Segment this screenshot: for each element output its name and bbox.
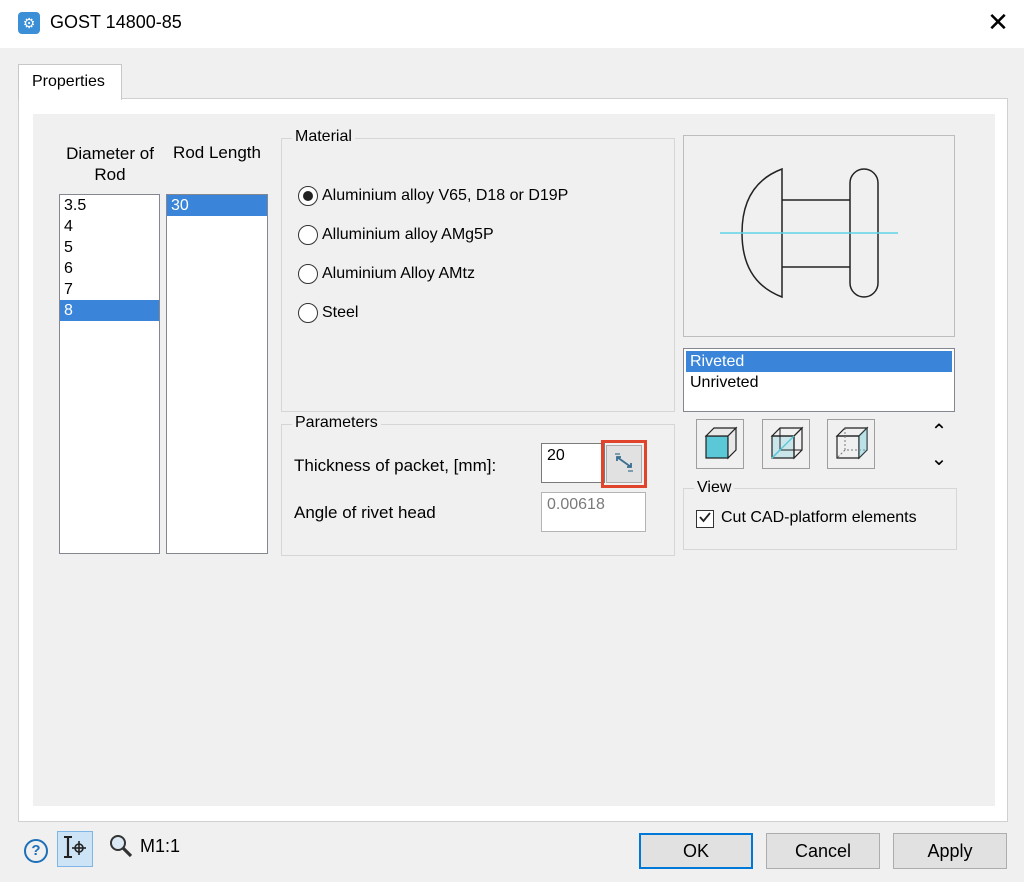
wireframe-cube-icon [831,422,871,467]
view-wireframe-button[interactable] [827,419,875,469]
cut-cad-checkbox[interactable] [696,510,714,528]
radio-button[interactable] [298,224,318,245]
material-option[interactable]: Steel [298,293,668,332]
diameter-list-item[interactable]: 7 [60,279,159,300]
diameter-list-item[interactable]: 8 [60,300,159,321]
view-scroll-up-button[interactable]: ⌃ [926,418,952,444]
tab-properties[interactable]: Properties [18,64,122,100]
measure-button[interactable] [606,445,642,483]
solid-cube-icon [700,422,740,467]
material-options: Aluminium alloy V65, D18 or D19P Allumini… [298,176,668,332]
ok-button[interactable]: OK [639,833,753,869]
diameter-list-item[interactable]: 5 [60,237,159,258]
diameter-header: Diameter of Rod [66,144,154,184]
checkmark-icon [698,510,712,529]
thickness-input[interactable]: 20 [541,443,605,483]
cancel-button[interactable]: Cancel [766,833,880,869]
scale-label: M1:1 [140,836,181,856]
title-bar: ⚙ GOST 14800-85 ✕ [0,0,1024,48]
material-option[interactable]: Aluminium alloy V65, D18 or D19P [298,176,668,215]
cut-cad-label[interactable]: Cut CAD-platform elements [721,509,917,527]
diameter-list-item[interactable]: 3.5 [60,195,159,216]
material-legend: Material [292,128,355,146]
zoom-button[interactable] [108,833,134,859]
view-legend: View [694,479,735,497]
radio-dot [303,190,313,201]
diameter-listbox[interactable]: 3.5 4 5 6 7 8 [59,194,160,554]
view-solid-button[interactable] [696,419,744,469]
rivet-preview-drawing [720,167,898,299]
thickness-label: Thickness of packet, [mm]: [294,456,497,475]
rod-length-list-item[interactable]: 30 [167,195,267,216]
radio-button[interactable] [298,263,318,284]
parameters-legend: Parameters [292,414,381,432]
material-option-label[interactable]: Aluminium Alloy AMtz [322,265,475,283]
help-button[interactable]: ? [24,839,48,863]
material-option-label[interactable]: Steel [322,304,358,322]
diameter-list-item[interactable]: 6 [60,258,159,279]
snap-cursor-icon [62,834,88,865]
angle-label: Angle of rivet head [294,503,436,522]
material-option-label[interactable]: Aluminium alloy V65, D18 or D19P [322,187,568,205]
snap-toggle-button[interactable] [57,831,93,867]
transparent-cube-icon [766,422,806,467]
angle-input: 0.00618 [541,492,646,532]
rod-length-listbox[interactable]: 30 [166,194,268,554]
close-button[interactable]: ✕ [980,8,1016,40]
diameter-list-item[interactable]: 4 [60,216,159,237]
rivet-state-listbox[interactable]: Riveted Unriveted [683,348,955,412]
apply-button[interactable]: Apply [893,833,1007,869]
magnifier-icon [108,835,134,863]
rivet-state-list-item[interactable]: Unriveted [686,372,952,393]
measure-distance-icon [612,450,636,479]
view-scroll-down-button[interactable]: ⌄ [926,448,952,474]
rivet-state-list-item[interactable]: Riveted [686,351,952,372]
rivet-preview [683,135,955,337]
window-title: GOST 14800-85 [50,12,182,32]
rod-length-header: Rod Length [173,143,261,162]
view-transparent-button[interactable] [762,419,810,469]
gear-icon: ⚙ [18,12,40,34]
radio-button[interactable] [298,302,318,323]
radio-button[interactable] [298,185,318,206]
material-option[interactable]: Alluminium alloy AMg5P [298,215,668,254]
material-option-label[interactable]: Alluminium alloy AMg5P [322,226,494,244]
material-option[interactable]: Aluminium Alloy AMtz [298,254,668,293]
